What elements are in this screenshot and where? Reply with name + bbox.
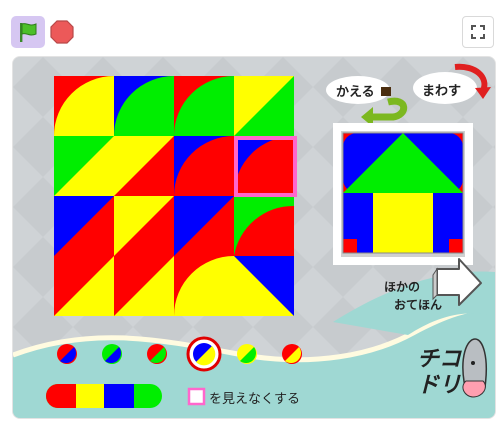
stop-sign-icon: [50, 20, 74, 44]
tile-r0c2[interactable]: [174, 76, 234, 136]
swatch-yellow-green[interactable]: [237, 344, 257, 364]
other-model-label-2: おてほん: [394, 298, 443, 312]
tile-r3c2[interactable]: [174, 256, 234, 316]
swatch-red-yellow[interactable]: [282, 344, 302, 364]
tile-r1c1[interactable]: [114, 136, 174, 196]
tile-r0c0[interactable]: [54, 76, 114, 136]
swatch-green-blue[interactable]: [102, 344, 122, 364]
swatch-red-green[interactable]: [147, 344, 167, 364]
fullscreen-button[interactable]: [462, 16, 494, 48]
stop-button[interactable]: [50, 20, 74, 44]
tile-r0c1[interactable]: [114, 76, 174, 136]
color-strip[interactable]: [46, 384, 162, 408]
model-preview: [333, 123, 473, 265]
fullscreen-icon: [471, 25, 485, 39]
tile-r1c2[interactable]: [174, 136, 234, 196]
tile-r2c0[interactable]: [54, 196, 114, 256]
toolbar: [0, 0, 501, 52]
tile-r1c0[interactable]: [54, 136, 114, 196]
other-model-label-1: ほかの: [384, 280, 421, 294]
tile-r1c3-selected[interactable]: [234, 136, 294, 196]
tile-r3c1[interactable]: [114, 256, 174, 316]
hide-frame-label: を見えなくする: [209, 392, 301, 407]
swatch-red-blue[interactable]: [57, 344, 77, 364]
mascot-logo: [462, 338, 487, 398]
tile-r2c1[interactable]: [114, 196, 174, 256]
tile-r3c0[interactable]: [54, 256, 114, 316]
green-flag-button[interactable]: [11, 16, 45, 48]
tile-r2c3[interactable]: [234, 196, 294, 256]
tile-r3c3[interactable]: [234, 256, 294, 316]
tile-r0c3[interactable]: [234, 76, 294, 136]
green-flag-icon: [20, 23, 37, 42]
rotate-label: まわす: [422, 84, 462, 99]
flip-label: かえる: [336, 85, 375, 100]
stage: かえる まわす ほかの おてほん を見えなくする チコ ドリ: [12, 56, 496, 419]
hide-frame-checkbox[interactable]: [187, 387, 206, 406]
swatch-yellow-blue-selected[interactable]: [186, 336, 222, 372]
tile-r2c2[interactable]: [174, 196, 234, 256]
brand-logo-text-2: ドリ: [417, 373, 462, 398]
